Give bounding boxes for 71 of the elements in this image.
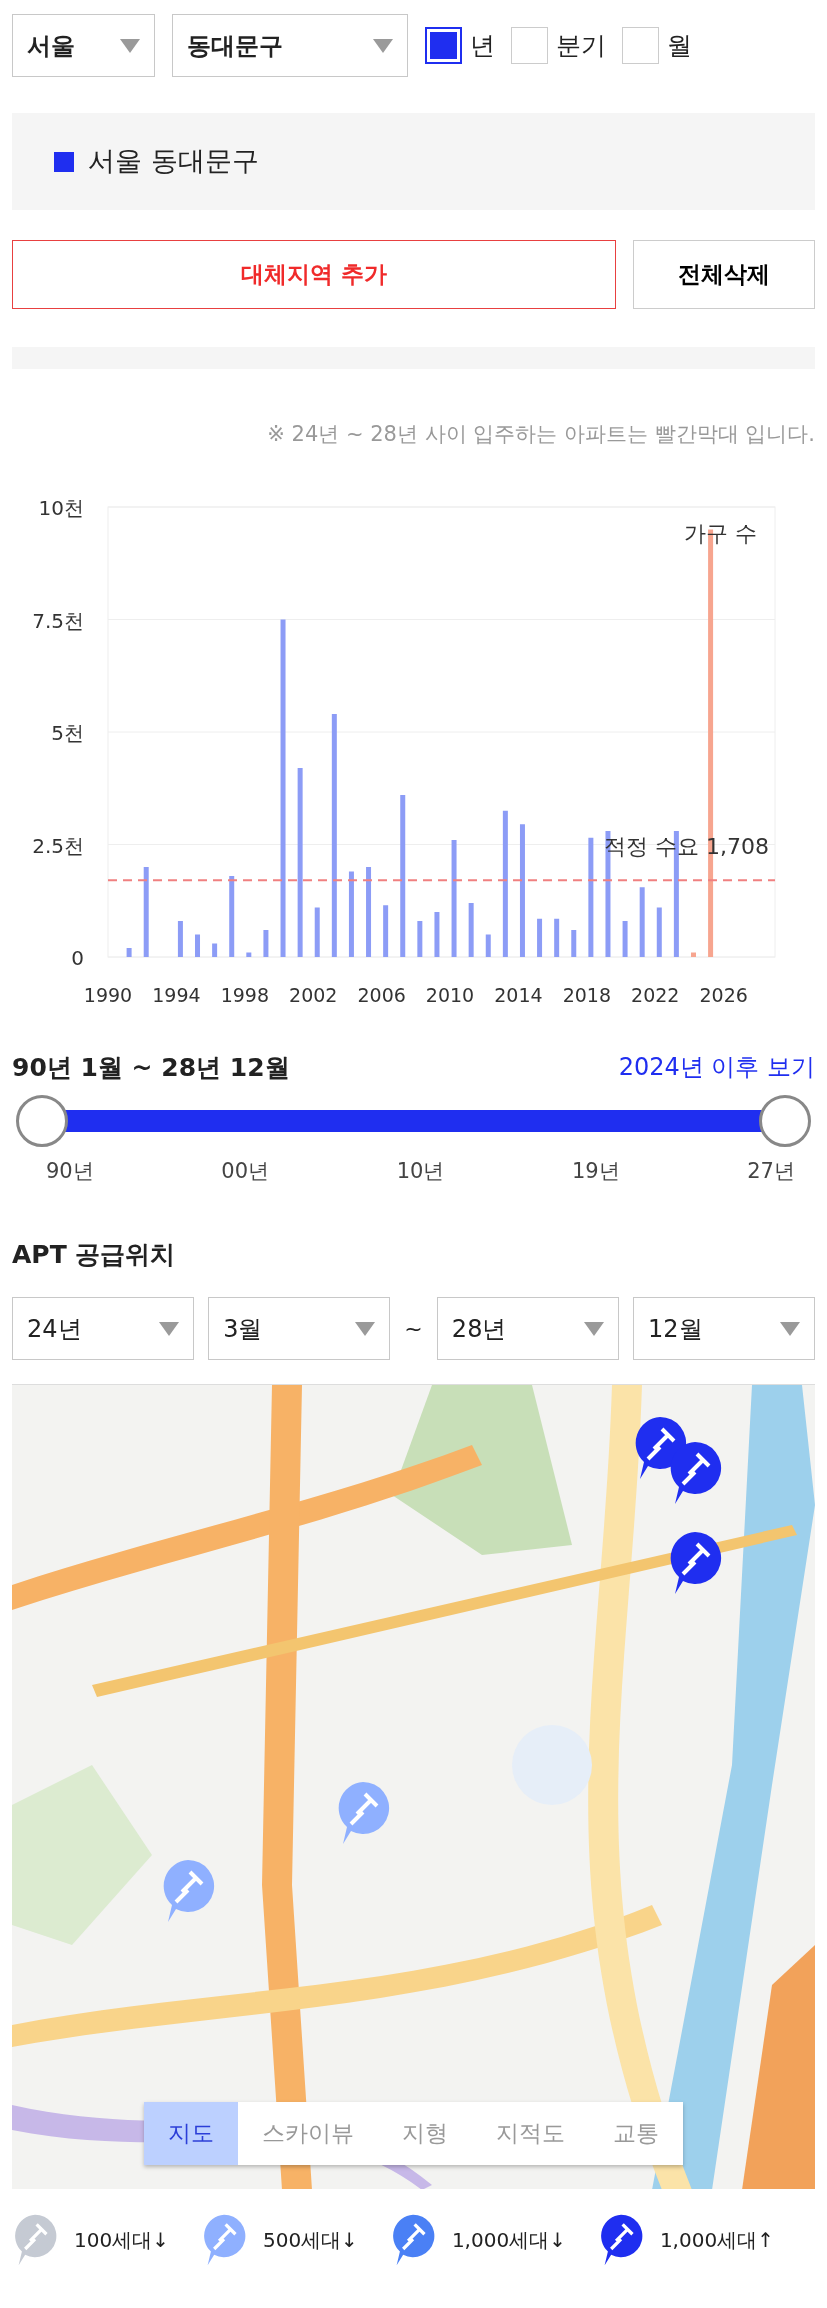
section-title: APT 공급위치	[12, 1238, 177, 1271]
legend-label: 100세대↓	[74, 2227, 169, 2254]
bar	[571, 929, 577, 957]
period-checkbox[interactable]	[425, 27, 462, 64]
slider-tick-label: 10년	[396, 1158, 445, 1185]
bar	[554, 918, 560, 957]
slider-tick-label: 19년	[571, 1158, 620, 1185]
slider-thumb[interactable]	[759, 1095, 811, 1147]
region-select[interactable]: 동대문구	[172, 14, 408, 77]
x-axis-label: 2026	[699, 983, 748, 1006]
period-select[interactable]: 3월	[208, 1297, 391, 1360]
x-axis-label: 2002	[289, 983, 338, 1006]
range-separator: ~	[404, 1315, 423, 1343]
period-select[interactable]: 28년	[436, 1297, 619, 1360]
x-axis-label: 1994	[152, 983, 201, 1006]
slider-tick-label: 90년	[46, 1158, 94, 1185]
x-axis-label: 2018	[562, 983, 612, 1006]
bar	[485, 934, 491, 957]
bar	[656, 907, 662, 957]
y-axis-label: 2.5천	[32, 833, 84, 857]
region-select[interactable]: 서울	[12, 14, 155, 77]
y-axis-label: 0	[71, 945, 84, 970]
bar	[383, 904, 389, 957]
later-link[interactable]: 2024년 이후 보기	[618, 1049, 815, 1086]
y-axis-label: 10천	[38, 495, 84, 520]
range-title: 90년 1월 ~ 28년 12월	[12, 1051, 290, 1084]
caret-icon	[159, 1321, 179, 1336]
x-axis-label: 2022	[631, 983, 680, 1006]
bar	[622, 920, 628, 957]
map-type-tab[interactable]: 지도	[144, 2102, 238, 2165]
x-axis-label: 2010	[425, 983, 475, 1006]
slider-tick-label: 00년	[221, 1158, 270, 1185]
caret-icon	[780, 1321, 800, 1336]
region-name: 서울 동대문구	[88, 144, 259, 179]
slider-thumb[interactable]	[16, 1095, 68, 1147]
bar	[212, 943, 218, 957]
caret-icon	[373, 38, 393, 53]
x-axis-label: 2014	[494, 983, 543, 1006]
bar	[691, 952, 696, 957]
x-axis-label: 2006	[357, 983, 406, 1006]
caret-icon	[583, 1321, 604, 1336]
delete-all-button[interactable]: 전체삭제	[633, 240, 815, 309]
legend-label: 1,000세대↓	[451, 2227, 566, 2254]
period-label[interactable]: 분기	[556, 26, 606, 65]
bar	[263, 929, 269, 957]
x-axis-label: 1998	[220, 983, 269, 1006]
series-label: 가구 수	[684, 520, 757, 546]
period-label[interactable]: 월	[667, 26, 692, 65]
bar	[639, 886, 645, 957]
period-select[interactable]: 12월	[633, 1297, 815, 1360]
y-axis-label: 5천	[51, 720, 84, 745]
caret-icon	[355, 1321, 376, 1336]
period-select[interactable]: 24년	[12, 1297, 194, 1360]
caret-icon	[120, 38, 140, 53]
bar	[177, 920, 183, 957]
slider-tick-label: 27년	[747, 1158, 795, 1185]
bar	[195, 934, 200, 957]
y-axis-label: 7.5천	[32, 608, 84, 632]
bar	[537, 918, 543, 957]
add-region-button[interactable]: 대체지역 추가	[12, 240, 616, 309]
bar	[126, 947, 132, 957]
bar	[314, 907, 320, 957]
legend-label: 1,000세대↑	[659, 2227, 774, 2254]
chart-note: ※ 24년 ~ 28년 사이 입주하는 아파트는 빨간막대 입니다.	[266, 421, 815, 448]
bar	[468, 902, 474, 957]
bar	[434, 911, 440, 957]
bar	[246, 952, 252, 957]
x-axis-label: 1990	[83, 983, 133, 1006]
period-label[interactable]: 년	[470, 26, 495, 65]
bar	[417, 920, 423, 957]
legend-label: 500세대↓	[262, 2227, 358, 2254]
